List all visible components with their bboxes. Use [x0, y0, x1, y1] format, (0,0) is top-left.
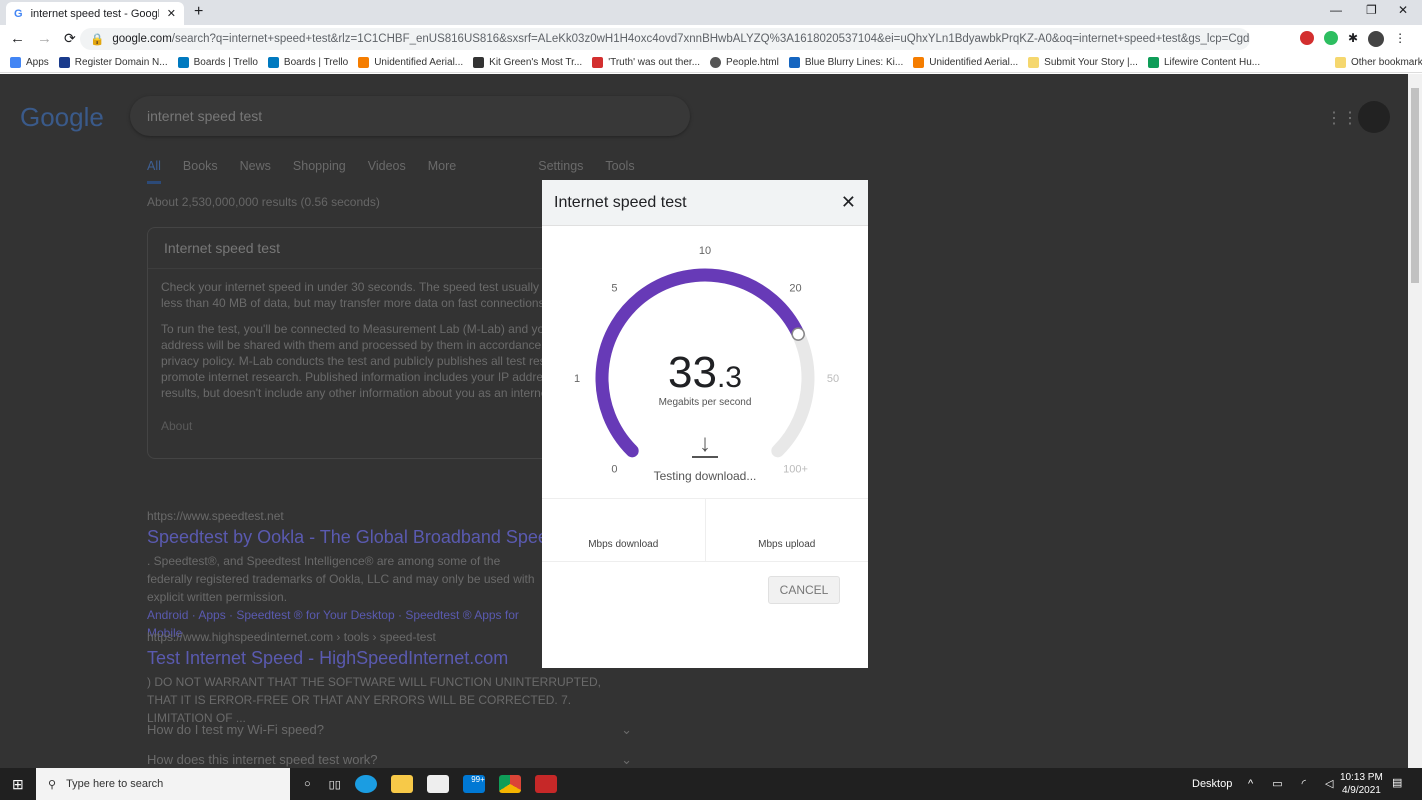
- forward-icon[interactable]: →: [37, 30, 52, 47]
- scrollbar[interactable]: [1408, 74, 1422, 768]
- desktop-toolbar[interactable]: Desktop: [1192, 778, 1232, 790]
- tab-title: internet speed test - Google Sea: [30, 7, 159, 20]
- tab-books[interactable]: Books: [183, 159, 218, 184]
- bookmark[interactable]: Submit Your Story |...: [1028, 56, 1138, 68]
- result-url: https://www.speedtest.net: [147, 509, 284, 523]
- cortana-icon[interactable]: ○: [304, 778, 311, 790]
- gauge-tick-label: 10: [699, 245, 711, 257]
- bookmark[interactable]: Register Domain N...: [58, 56, 168, 68]
- download-result: Mbps download: [542, 499, 706, 561]
- minimize-button[interactable]: —: [1330, 3, 1342, 17]
- google-logo[interactable]: Google: [20, 102, 104, 133]
- bookmark[interactable]: People.html: [710, 56, 779, 68]
- search-result: https://www.speedtest.net Speedtest by O…: [147, 509, 596, 642]
- bookmark-apps[interactable]: Apps: [10, 56, 49, 68]
- mail-icon[interactable]: 99+: [462, 775, 485, 793]
- adblock-icon[interactable]: [1300, 30, 1314, 45]
- bookmarks-bar: Apps Register Domain N... Boards | Trell…: [0, 52, 1422, 73]
- close-window-button[interactable]: ✕: [1398, 3, 1408, 17]
- puzzle-icon[interactable]: ✱: [1348, 31, 1358, 47]
- chevron-down-icon: ⌄: [621, 722, 632, 737]
- lock-icon: 🔒: [90, 34, 105, 46]
- profile-avatar[interactable]: [1368, 30, 1385, 47]
- reload-icon[interactable]: ⟳: [64, 30, 76, 47]
- url-host: google.com: [112, 33, 172, 45]
- windows-start-icon[interactable]: ⊞: [12, 776, 24, 793]
- result-snippet: . Speedtest®, and Speedtest Intelligence…: [147, 554, 535, 604]
- bookmark[interactable]: Lifewire Content Hu...: [1147, 56, 1260, 68]
- windows-taskbar: ⊞ ⚲ Type here to search ○ ▯▯ 99+ Desktop …: [0, 768, 1422, 800]
- speed-test-dialog: Internet speed test ✕ 0 1 5 10 20 50 100+ 33.3…: [542, 180, 868, 668]
- bookmark[interactable]: Boards | Trello: [267, 56, 348, 68]
- other-bookmarks[interactable]: Other bookmarks: [1335, 56, 1422, 68]
- scrollbar-thumb[interactable]: [1411, 88, 1419, 283]
- dialog-title: Internet speed test: [554, 193, 687, 211]
- download-icon: ↓: [692, 432, 718, 458]
- search-input[interactable]: internet speed test: [130, 96, 690, 136]
- clock[interactable]: 10:13 PM 4/9/2021: [1340, 771, 1383, 797]
- new-tab-button[interactable]: +: [194, 3, 203, 21]
- maximize-button[interactable]: ❐: [1366, 3, 1377, 17]
- google-apps-icon[interactable]: ⋮⋮: [1326, 108, 1358, 128]
- tab-bar: G internet speed test - Google Sea ✕ + —…: [0, 0, 1422, 25]
- speed-value: 33.3: [668, 348, 742, 397]
- url-path: /search?q=internet+speed+test&rlz=1C1CHB…: [171, 33, 1250, 45]
- edge-icon[interactable]: [354, 775, 377, 793]
- upload-result: Mbps upload: [758, 539, 816, 550]
- tab-videos[interactable]: Videos: [368, 159, 406, 184]
- bookmark[interactable]: Kit Green's Most Tr...: [473, 56, 582, 68]
- gauge-tick-label: 5: [611, 282, 617, 294]
- taskbar-search[interactable]: ⚲ Type here to search: [36, 768, 290, 800]
- bookmark[interactable]: Boards | Trello: [177, 56, 258, 68]
- google-favicon-icon: G: [14, 7, 23, 20]
- back-icon[interactable]: ←: [10, 30, 25, 47]
- results-row: Mbps download Mbps upload: [542, 498, 868, 562]
- bookmark[interactable]: Unidentified Aerial...: [358, 56, 463, 68]
- store-icon[interactable]: [426, 775, 449, 793]
- app-icon[interactable]: [534, 775, 557, 793]
- tray-icons[interactable]: ^ ▭ ◜ ◁: [1248, 777, 1341, 790]
- chrome-icon[interactable]: [498, 775, 521, 793]
- tab-shopping[interactable]: Shopping: [293, 159, 346, 184]
- search-icon: ⚲: [48, 778, 57, 791]
- bookmark[interactable]: 'Truth' was out ther...: [592, 56, 700, 68]
- tab-news[interactable]: News: [240, 159, 271, 184]
- browser-tab[interactable]: G internet speed test - Google Sea ✕: [6, 2, 184, 25]
- gauge-tick-label: 20: [789, 282, 801, 294]
- account-avatar[interactable]: [1358, 101, 1390, 133]
- address-bar[interactable]: 🔒 google.com/search?q=internet+speed+test…: [80, 28, 1250, 50]
- chevron-down-icon: ⌄: [621, 752, 632, 767]
- gauge-needle-knob: [791, 327, 805, 341]
- close-tab-icon[interactable]: ✕: [167, 7, 176, 20]
- result-stats: About 2,530,000,000 results (0.56 second…: [147, 195, 380, 209]
- extension-icons[interactable]: ✱ ⋮: [1300, 30, 1406, 47]
- dialog-header: Internet speed test ✕: [542, 180, 868, 226]
- related-question[interactable]: How does this internet speed test work? ⌄: [147, 752, 632, 768]
- tab-all[interactable]: All: [147, 159, 161, 184]
- evernote-icon[interactable]: [1324, 30, 1338, 45]
- result-title[interactable]: Speedtest by Ookla - The Global Broadban…: [147, 527, 596, 548]
- related-question[interactable]: How do I test my Wi-Fi speed? ⌄: [147, 722, 632, 738]
- tab-more[interactable]: More: [428, 159, 456, 184]
- cancel-button[interactable]: CANCEL: [768, 576, 840, 604]
- file-explorer-icon[interactable]: [390, 775, 413, 793]
- menu-icon[interactable]: ⋮: [1394, 31, 1406, 47]
- notifications-icon[interactable]: ▤: [1392, 776, 1402, 789]
- bookmark[interactable]: Blue Blurry Lines: Ki...: [788, 56, 903, 68]
- task-view-icon[interactable]: ▯▯: [329, 778, 341, 791]
- bookmark[interactable]: Unidentified Aerial...: [913, 56, 1018, 68]
- test-status: Testing download...: [653, 469, 757, 483]
- result-snippet: ) DO NOT WARRANT THAT THE SOFTWARE WILL …: [147, 675, 602, 725]
- speed-unit: Megabits per second: [658, 397, 752, 408]
- close-icon[interactable]: ✕: [841, 192, 856, 213]
